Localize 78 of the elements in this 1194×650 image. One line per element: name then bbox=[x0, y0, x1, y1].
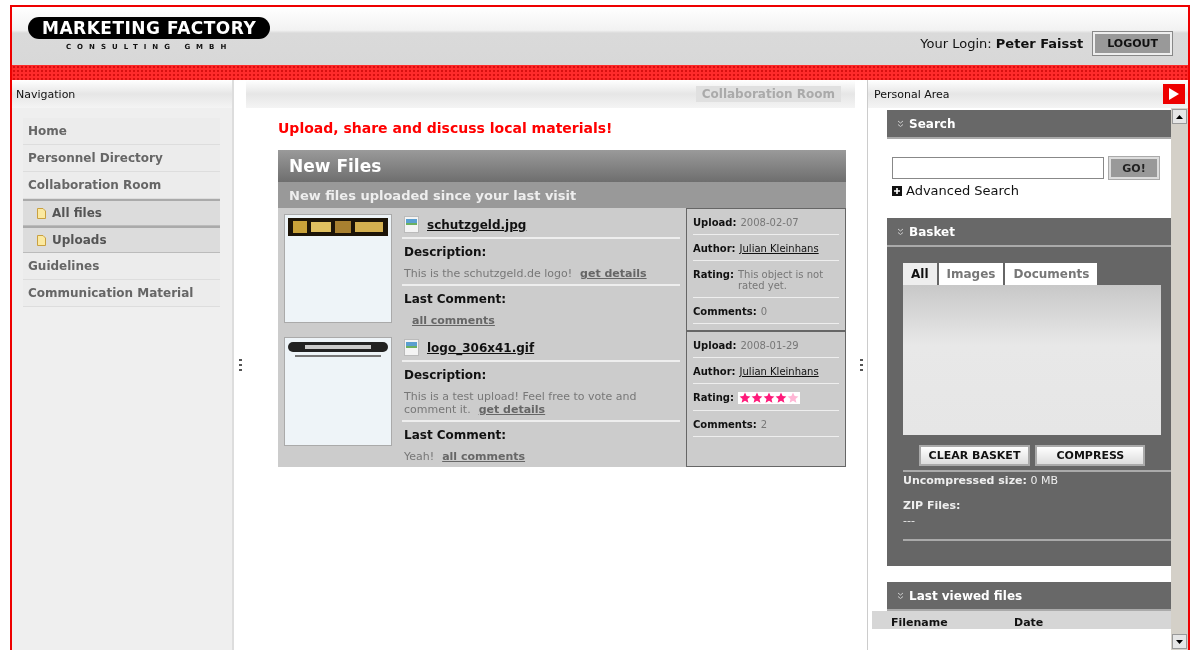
star-icon bbox=[774, 392, 787, 404]
comment-count: 0 bbox=[760, 306, 768, 317]
page-heading: Upload, share and discuss local materials! bbox=[278, 120, 614, 136]
field-label: Description: bbox=[404, 245, 488, 259]
field-label: Author: bbox=[693, 243, 736, 254]
field-label: Upload: bbox=[693, 217, 737, 228]
panel-title: New Files bbox=[289, 156, 382, 176]
star-icon bbox=[750, 392, 763, 404]
section-title: Basket bbox=[909, 224, 955, 239]
image-file-icon bbox=[404, 339, 419, 356]
author-link[interactable]: Julian Kleinhans bbox=[739, 243, 819, 254]
rating-text: This object is not rated yet. bbox=[737, 269, 825, 291]
nav-subitem[interactable]: All files bbox=[23, 199, 220, 226]
field-label: Comments: bbox=[693, 306, 757, 317]
comments-link[interactable]: all comments bbox=[442, 450, 526, 463]
nav-subitem[interactable]: Uploads bbox=[23, 226, 220, 253]
star-icon bbox=[738, 392, 751, 404]
scrollbar[interactable] bbox=[1171, 108, 1188, 650]
panel-title: Personal Area bbox=[874, 87, 950, 101]
comments-link[interactable]: all comments bbox=[412, 314, 495, 327]
image-file-icon bbox=[404, 216, 419, 233]
tab[interactable]: Documents bbox=[1005, 263, 1098, 285]
field-label: Author: bbox=[693, 366, 736, 377]
section-header[interactable]: Basket bbox=[887, 218, 1171, 247]
field-label: Last Comment: bbox=[404, 428, 508, 442]
basket-button[interactable]: CLEAR BASKET bbox=[918, 445, 1031, 466]
field-label: Description: bbox=[404, 368, 488, 382]
document-icon bbox=[37, 234, 46, 246]
chevron-icon bbox=[897, 119, 904, 128]
star-rating[interactable] bbox=[737, 392, 800, 404]
details-link[interactable]: get details bbox=[478, 403, 546, 416]
author-link[interactable]: Julian Kleinhans bbox=[739, 366, 819, 377]
basket-button[interactable]: COMPRESS bbox=[1035, 445, 1146, 466]
star-icon bbox=[786, 392, 799, 404]
file-link[interactable]: logo_306x41.gif bbox=[427, 340, 535, 355]
advanced-search-link[interactable]: Advanced Search bbox=[892, 183, 1166, 198]
field-label: Last Comment: bbox=[404, 292, 508, 306]
file-link[interactable]: schutzgeld.jpg bbox=[427, 217, 527, 232]
column-header: Filename bbox=[891, 616, 949, 629]
field-label: Upload: bbox=[693, 340, 737, 351]
tab[interactable]: Images bbox=[938, 263, 1004, 285]
star-icon bbox=[762, 392, 775, 404]
chevron-icon bbox=[897, 591, 904, 600]
down-arrow-icon bbox=[1176, 639, 1183, 644]
upload-date: 2008-01-29 bbox=[740, 340, 799, 351]
zip-value: --- bbox=[903, 514, 916, 527]
field-label: ZIP Files: bbox=[903, 499, 962, 512]
play-icon bbox=[1168, 87, 1180, 101]
splitter-handle-icon[interactable] bbox=[859, 358, 863, 372]
chevron-icon bbox=[897, 227, 904, 236]
size-text: Uncompressed size: 0 MB bbox=[903, 474, 1058, 487]
field-label: Rating: bbox=[693, 269, 734, 280]
search-field[interactable] bbox=[892, 157, 1104, 179]
login-label: Your Login: Peter Faisst bbox=[920, 36, 1084, 51]
comment-count: 2 bbox=[760, 419, 768, 430]
panel-title: Navigation bbox=[16, 87, 76, 101]
tab[interactable]: All bbox=[903, 263, 937, 285]
plus-icon bbox=[892, 185, 902, 196]
upload-date: 2008-02-07 bbox=[740, 217, 799, 228]
go-button[interactable]: GO! bbox=[1109, 157, 1159, 179]
description-text: This is the schutzgeld.de logo! get details bbox=[404, 267, 648, 280]
up-arrow-icon bbox=[1176, 114, 1183, 119]
document-icon bbox=[37, 207, 46, 219]
logout-button[interactable]: LOGOUT bbox=[1093, 32, 1172, 55]
logo-title: MARKETING FACTORY bbox=[28, 17, 271, 39]
section-header[interactable]: Last viewed files bbox=[887, 582, 1171, 611]
splitter-handle-icon[interactable] bbox=[238, 358, 242, 372]
comment-text: Yeah! bbox=[404, 450, 435, 463]
field-label: Rating: bbox=[693, 392, 734, 403]
panel-subtitle: New files uploaded since your last visit bbox=[289, 187, 577, 203]
collapse-button[interactable] bbox=[1163, 84, 1185, 104]
column-header: Date bbox=[1014, 616, 1044, 629]
field-label: Comments: bbox=[693, 419, 757, 430]
details-link[interactable]: get details bbox=[580, 267, 647, 280]
section-title: Last viewed files bbox=[909, 588, 1023, 603]
description-text: This is a test upload! Feel free to vote and comment it. get details bbox=[404, 390, 638, 416]
section-header[interactable]: Search bbox=[887, 110, 1171, 139]
section-title: Search bbox=[909, 116, 956, 131]
